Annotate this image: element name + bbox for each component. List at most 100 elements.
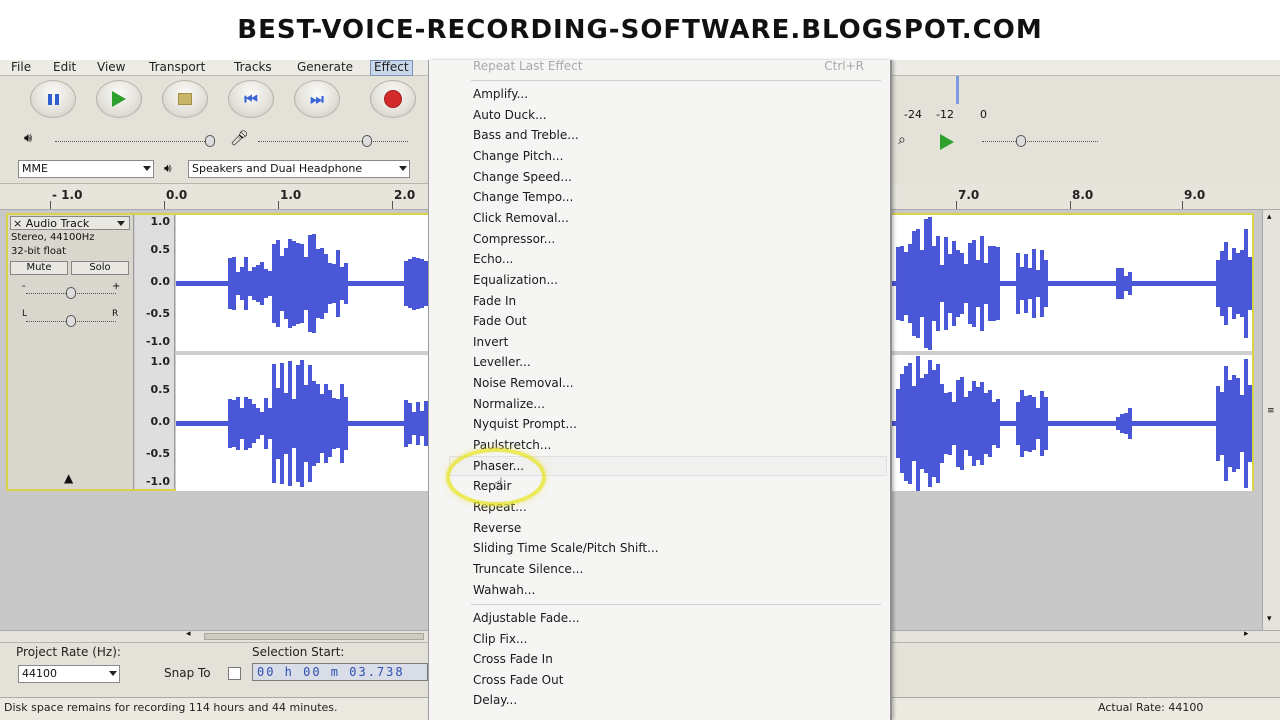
scale-label: 0.5	[150, 243, 171, 256]
menu-item-effect[interactable]: Bass and Treble...	[473, 125, 579, 145]
menu-item-effect[interactable]: Reverse	[473, 518, 521, 538]
pan-slider[interactable]	[26, 315, 116, 335]
scroll-thumb[interactable]	[204, 633, 424, 640]
menu-item-plugin[interactable]: Adjustable Fade...	[473, 608, 580, 628]
menu-item-effect[interactable]: Equalization...	[473, 270, 558, 290]
scale-label: -0.5	[145, 307, 170, 320]
track-name: Audio Track	[25, 217, 90, 230]
record-button[interactable]	[370, 80, 416, 118]
play-button[interactable]	[96, 80, 142, 118]
menu-item-effect[interactable]: Invert	[473, 332, 508, 352]
effect-menu: Repeat Last Effect Ctrl+R Amplify... Auto…	[428, 59, 892, 720]
vertical-scale: 1.0 0.5 0.0 -0.5 -1.0 1.0 0.5 0.0 -0.5 -…	[135, 215, 175, 489]
menu-item-effect[interactable]: Click Removal...	[473, 208, 569, 228]
zoom-icon[interactable]: ⌕	[898, 132, 906, 148]
chevron-down-icon	[143, 166, 151, 171]
solo-button[interactable]: Solo	[71, 261, 129, 275]
ruler-label: 2.0	[394, 188, 416, 202]
track-close-button[interactable]: ×	[13, 217, 22, 230]
meter-bar	[956, 76, 959, 104]
track-format: Stereo, 44100Hz	[11, 232, 95, 243]
play-at-speed-icon[interactable]	[940, 134, 954, 150]
skip-end-icon: ⏭	[310, 90, 324, 108]
menu-item-effect[interactable]: Truncate Silence...	[473, 559, 583, 579]
menu-item-effect[interactable]: Echo...	[473, 249, 513, 269]
selection-start-label: Selection Start:	[252, 645, 345, 659]
menu-item-repeat-last-effect: Repeat Last Effect	[473, 59, 583, 73]
menu-item-effect[interactable]: Wahwah...	[473, 580, 535, 600]
menu-tracks[interactable]: Tracks	[231, 60, 275, 76]
menu-item-plugin[interactable]: Cross Fade Out	[473, 670, 563, 690]
host-select[interactable]: MME	[18, 160, 154, 178]
banner-text: BEST-VOICE-RECORDING-SOFTWARE.BLOGSPOT.C…	[237, 15, 1043, 45]
ruler-label: 7.0	[958, 188, 980, 202]
selection-start-field[interactable]: 00 h 00 m 03.738	[252, 663, 428, 681]
menu-effect[interactable]: Effect	[370, 60, 413, 76]
stop-button[interactable]	[162, 80, 208, 118]
snap-to-checkbox[interactable]	[228, 667, 241, 680]
scroll-right-icon[interactable]: ▸	[1244, 629, 1249, 639]
scroll-down-icon[interactable]: ▾	[1267, 614, 1272, 624]
menu-transport[interactable]: Transport	[146, 60, 208, 76]
output-device-select[interactable]: Speakers and Dual Headphone	[188, 160, 410, 178]
stop-icon	[178, 93, 192, 105]
actual-rate-status: Actual Rate: 44100	[1098, 701, 1204, 714]
scale-label: 0.0	[150, 275, 171, 288]
waveform-sample	[1248, 256, 1252, 311]
menu-edit[interactable]: Edit	[50, 60, 79, 76]
vertical-scrollbar[interactable]: ▴ ≡ ▾	[1262, 210, 1280, 630]
menu-item-effect[interactable]: Change Speed...	[473, 167, 572, 187]
scale-label: -1.0	[145, 335, 170, 348]
menu-item-effect[interactable]: Leveller...	[473, 352, 531, 372]
menu-item-effect[interactable]: Change Tempo...	[473, 187, 573, 207]
menu-item-effect[interactable]: Compressor...	[473, 229, 555, 249]
speaker-icon: 🔊︎	[24, 131, 33, 146]
mute-button[interactable]: Mute	[10, 261, 68, 275]
menu-file[interactable]: File	[8, 60, 34, 76]
pause-icon	[47, 93, 59, 105]
scroll-up-icon[interactable]: ▴	[1267, 212, 1272, 222]
output-volume-slider[interactable]	[55, 133, 215, 153]
play-icon	[112, 91, 126, 107]
skip-start-icon: ⏮	[244, 90, 258, 108]
banner: BEST-VOICE-RECORDING-SOFTWARE.BLOGSPOT.C…	[0, 0, 1280, 60]
ruler-label: 0.0	[166, 188, 188, 202]
project-rate-select[interactable]: 44100	[18, 665, 120, 683]
menu-item-plugin[interactable]: Clip Fix...	[473, 629, 527, 649]
mouse-cursor-icon: ☝︎	[494, 474, 504, 493]
menu-item-effect[interactable]: Sliding Time Scale/Pitch Shift...	[473, 538, 659, 558]
menu-item-effect[interactable]: Fade Out	[473, 311, 527, 331]
menu-item-effect[interactable]: Change Pitch...	[473, 146, 563, 166]
ruler-label: 8.0	[1072, 188, 1094, 202]
meter-label: -12	[936, 108, 954, 121]
track-control-panel: × Audio Track Stereo, 44100Hz 32-bit flo…	[8, 215, 134, 489]
disk-space-status: Disk space remains for recording 114 hou…	[4, 701, 338, 714]
skip-end-button[interactable]: ⏭	[294, 80, 340, 118]
scale-label: 0.5	[150, 383, 171, 396]
project-rate-label: Project Rate (Hz):	[16, 645, 121, 659]
scale-label: -0.5	[145, 447, 170, 460]
gain-slider[interactable]	[26, 287, 116, 307]
collapse-track-icon[interactable]: ▲	[64, 471, 73, 485]
track-name-dropdown[interactable]: × Audio Track	[10, 216, 130, 230]
menu-generate[interactable]: Generate	[294, 60, 356, 76]
menu-item-effect[interactable]: Auto Duck...	[473, 105, 547, 125]
menu-item-effect[interactable]: Normalize...	[473, 394, 545, 414]
skip-start-button[interactable]: ⏮	[228, 80, 274, 118]
shortcut-label: Ctrl+R	[824, 59, 864, 73]
pause-button[interactable]	[30, 80, 76, 118]
scroll-left-icon[interactable]: ◂	[186, 629, 191, 639]
menu-view[interactable]: View	[94, 60, 128, 76]
meter-label: -24	[904, 108, 922, 121]
play-speed-slider[interactable]	[982, 133, 1102, 153]
input-volume-slider[interactable]	[258, 133, 418, 153]
menu-item-effect[interactable]: Nyquist Prompt...	[473, 414, 577, 434]
waveform-sample	[1248, 385, 1252, 462]
menu-item-effect[interactable]: Amplify...	[473, 84, 528, 104]
scroll-thumb-grip[interactable]: ≡	[1267, 406, 1275, 416]
menu-item-plugin[interactable]: Cross Fade In	[473, 649, 553, 669]
menu-item-plugin[interactable]: Delay...	[473, 690, 517, 710]
scale-label: 1.0	[150, 215, 171, 228]
menu-item-effect[interactable]: Noise Removal...	[473, 373, 574, 393]
menu-item-effect[interactable]: Fade In	[473, 291, 516, 311]
